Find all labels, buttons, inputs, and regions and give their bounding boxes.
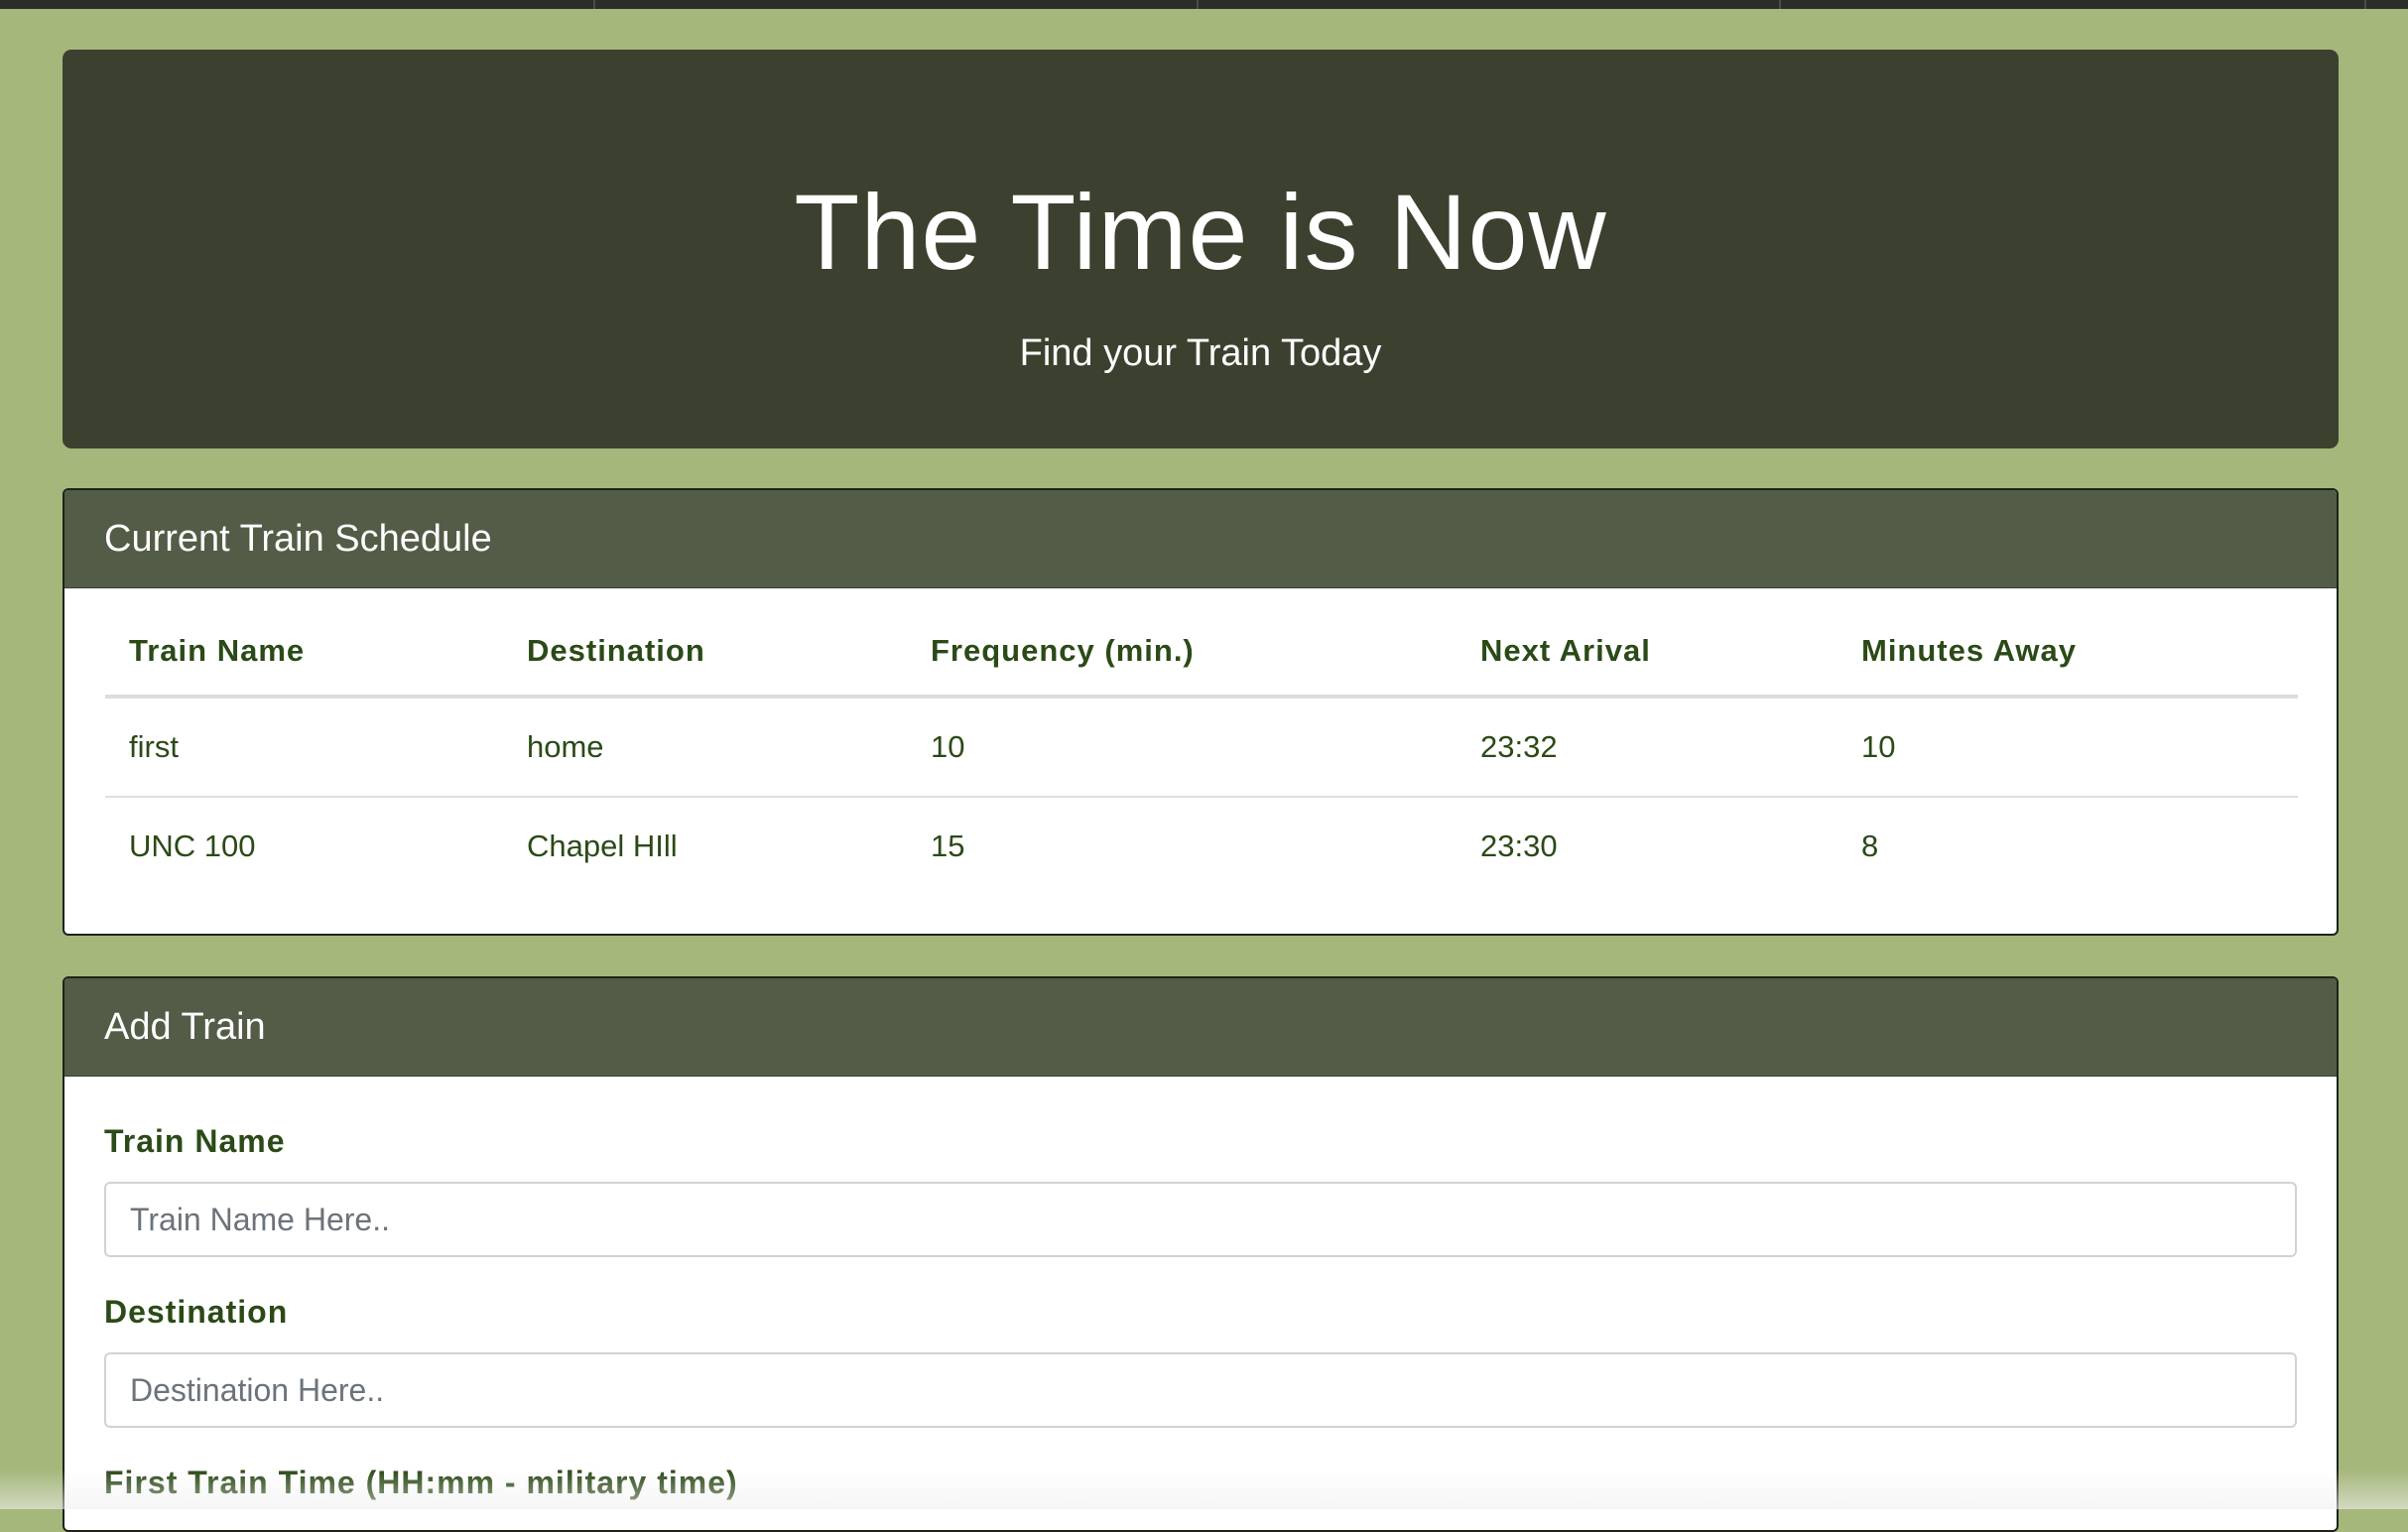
column-header-minutes-away: Minutes Away (1838, 607, 2298, 699)
cell-next-arrival: 23:30 (1480, 829, 1558, 863)
tab-divider (1781, 0, 2366, 9)
page-title: The Time is Now (794, 172, 1607, 292)
add-train-card-header: Add Train (64, 978, 2337, 1077)
column-header-train-name: Train Name (105, 607, 503, 699)
tab-divider (1199, 0, 1781, 9)
cell-train-name: first (105, 697, 503, 798)
train-schedule-table: Train Name Destination Frequency (min.) … (105, 607, 2298, 895)
tab-divider (0, 0, 595, 9)
table-row: first home 10 23:32 10 (105, 697, 2298, 798)
table-row: UNC 100 Chapel HIll 15 23:30 8 (105, 797, 2298, 895)
cell-destination: home (503, 697, 907, 798)
hero-banner: The Time is Now Find your Train Today (63, 50, 2339, 448)
destination-label: Destination (104, 1294, 289, 1330)
destination-input[interactable] (104, 1352, 2297, 1428)
table-header-row: Train Name Destination Frequency (min.) … (105, 607, 2298, 699)
column-header-next-arrival: Next Arival (1457, 607, 1838, 699)
cell-frequency: 15 (931, 829, 965, 863)
train-name-label: Train Name (104, 1123, 286, 1159)
cell-frequency: 10 (907, 697, 1457, 798)
cell-train-name: UNC 100 (129, 829, 256, 863)
column-header-frequency: Frequency (min.) (907, 607, 1457, 699)
cell-destination: Chapel HIll (527, 829, 678, 863)
schedule-card-header: Current Train Schedule (64, 490, 2337, 588)
cell-minutes-away: 8 (1861, 829, 1879, 863)
column-header-destination: Destination (503, 607, 907, 699)
cell-minutes-away: 10 (1838, 697, 2298, 798)
page-subtitle: Find your Train Today (1019, 332, 1382, 374)
add-train-card: Add Train Train Name Destination First T… (63, 976, 2339, 1532)
first-train-time-label: First Train Time (HH:mm - military time) (104, 1465, 738, 1500)
browser-tab-strip (0, 0, 2408, 9)
cell-next-arrival: 23:32 (1457, 697, 1838, 798)
schedule-card: Current Train Schedule Train Name Destin… (63, 488, 2339, 936)
tab-divider (595, 0, 1199, 9)
train-name-input[interactable] (104, 1182, 2297, 1257)
